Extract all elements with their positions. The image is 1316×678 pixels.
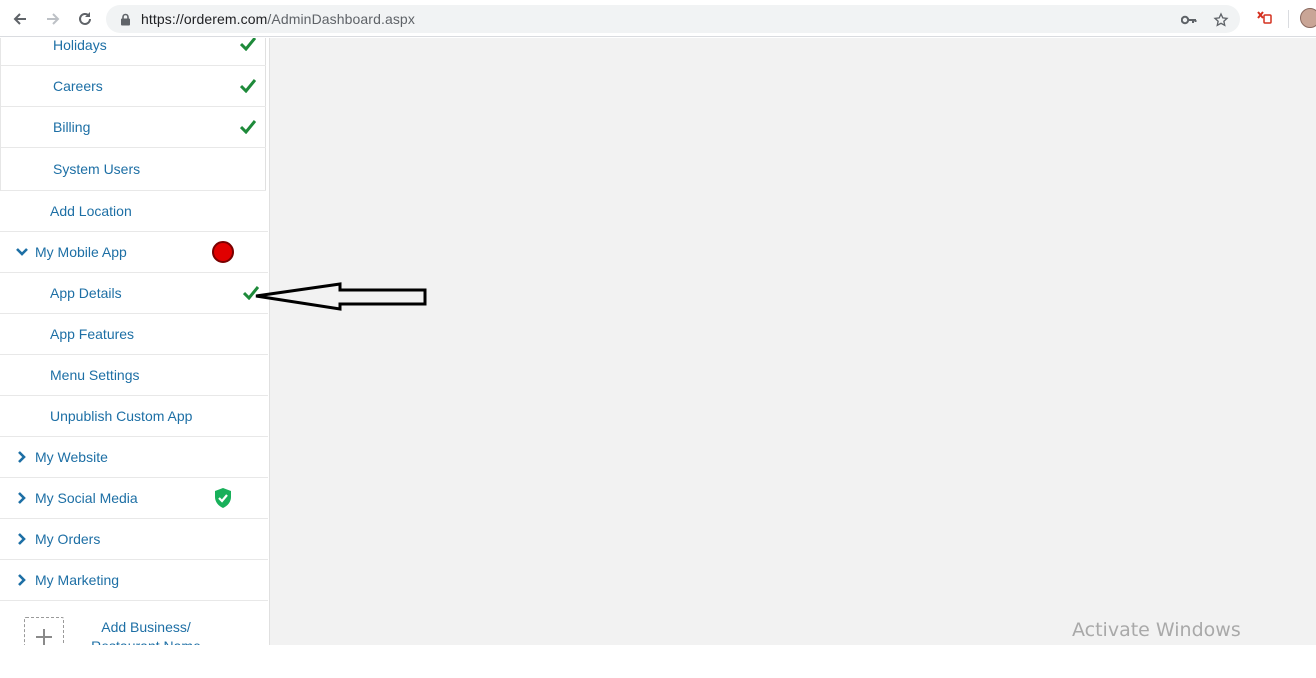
- bottom-strip: [0, 645, 1316, 678]
- key-icon[interactable]: [1180, 11, 1198, 29]
- sidebar-item-system-users[interactable]: System Users: [1, 148, 266, 191]
- shield-check-icon: [215, 488, 231, 508]
- sidebar-item-app-details[interactable]: App Details: [0, 273, 268, 314]
- plus-icon: [24, 617, 64, 645]
- settings-submenu: Holidays Careers Billing System Users: [0, 38, 266, 191]
- status-alert-icon: [212, 241, 234, 263]
- annotation-arrow-icon: [255, 282, 427, 311]
- star-bookmark-icon[interactable]: [1212, 11, 1230, 29]
- sidebar-item-my-website[interactable]: My Website: [0, 437, 268, 478]
- sidebar-item-label: My Marketing: [35, 572, 120, 588]
- sidebar-item-careers[interactable]: Careers: [1, 66, 266, 107]
- sidebar-item-label: Holidays: [53, 38, 107, 53]
- chevron-right-icon: [18, 574, 26, 586]
- lock-icon: [120, 13, 131, 31]
- windows-watermark: Activate Windows: [1072, 619, 1241, 641]
- sidebar-item-label: Menu Settings: [50, 367, 140, 383]
- browser-toolbar: https://orderem.com/AdminDashboard.aspx: [0, 0, 1316, 37]
- url-text: https://orderem.com/AdminDashboard.aspx: [141, 11, 415, 27]
- sidebar-item-my-marketing[interactable]: My Marketing: [0, 560, 268, 601]
- sidebar-item-label: Billing: [53, 119, 91, 135]
- sidebar-item-label: App Details: [50, 285, 122, 301]
- add-business-button[interactable]: Add Business/ Restaurant Name: [0, 601, 269, 645]
- checkmark-icon: [240, 120, 256, 134]
- add-business-label: Add Business/ Restaurant Name: [91, 619, 201, 645]
- back-arrow-icon[interactable]: [9, 8, 31, 30]
- sidebar-item-holidays[interactable]: Holidays: [1, 38, 266, 66]
- sidebar-item-label: Unpublish Custom App: [50, 408, 193, 424]
- sidebar-item-label: App Features: [50, 326, 135, 342]
- url-host: https://orderem.com: [141, 11, 268, 27]
- chevron-down-icon: [16, 248, 28, 256]
- sidebar-item-add-location[interactable]: Add Location: [0, 191, 268, 232]
- url-path: /AdminDashboard.aspx: [267, 11, 415, 27]
- chevron-right-icon: [18, 533, 26, 545]
- sidebar-item-label: Add Location: [50, 203, 132, 219]
- address-bar[interactable]: https://orderem.com/AdminDashboard.aspx: [106, 5, 1240, 33]
- sidebar-item-my-mobile-app[interactable]: My Mobile App: [0, 232, 268, 273]
- checkmark-icon: [240, 79, 256, 93]
- reload-icon[interactable]: [74, 8, 96, 30]
- extension-icon[interactable]: [1255, 9, 1275, 29]
- sidebar-item-my-orders[interactable]: My Orders: [0, 519, 268, 560]
- toolbar-divider: [1288, 10, 1289, 28]
- sidebar-item-label: My Orders: [35, 531, 101, 547]
- sidebar-item-label: My Mobile App: [35, 244, 127, 260]
- chevron-right-icon: [18, 492, 26, 504]
- sidebar-item-my-social-media[interactable]: My Social Media: [0, 478, 268, 519]
- sidebar-item-unpublish-custom-app[interactable]: Unpublish Custom App: [0, 396, 268, 437]
- profile-avatar[interactable]: [1300, 8, 1316, 28]
- forward-arrow-icon[interactable]: [42, 8, 64, 30]
- main-content: Activate Windows: [270, 38, 1316, 645]
- chevron-right-icon: [18, 451, 26, 463]
- checkmark-icon: [240, 38, 256, 51]
- sidebar-item-label: My Website: [35, 449, 108, 465]
- sidebar-item-menu-settings[interactable]: Menu Settings: [0, 355, 268, 396]
- sidebar-item-label: My Social Media: [35, 490, 138, 506]
- sidebar-item-label: System Users: [53, 161, 141, 177]
- sidebar-item-app-features[interactable]: App Features: [0, 314, 268, 355]
- sidebar-item-label: Careers: [53, 78, 103, 94]
- sidebar-item-billing[interactable]: Billing: [1, 107, 266, 148]
- sidebar: Holidays Careers Billing System Users Ad…: [0, 38, 270, 645]
